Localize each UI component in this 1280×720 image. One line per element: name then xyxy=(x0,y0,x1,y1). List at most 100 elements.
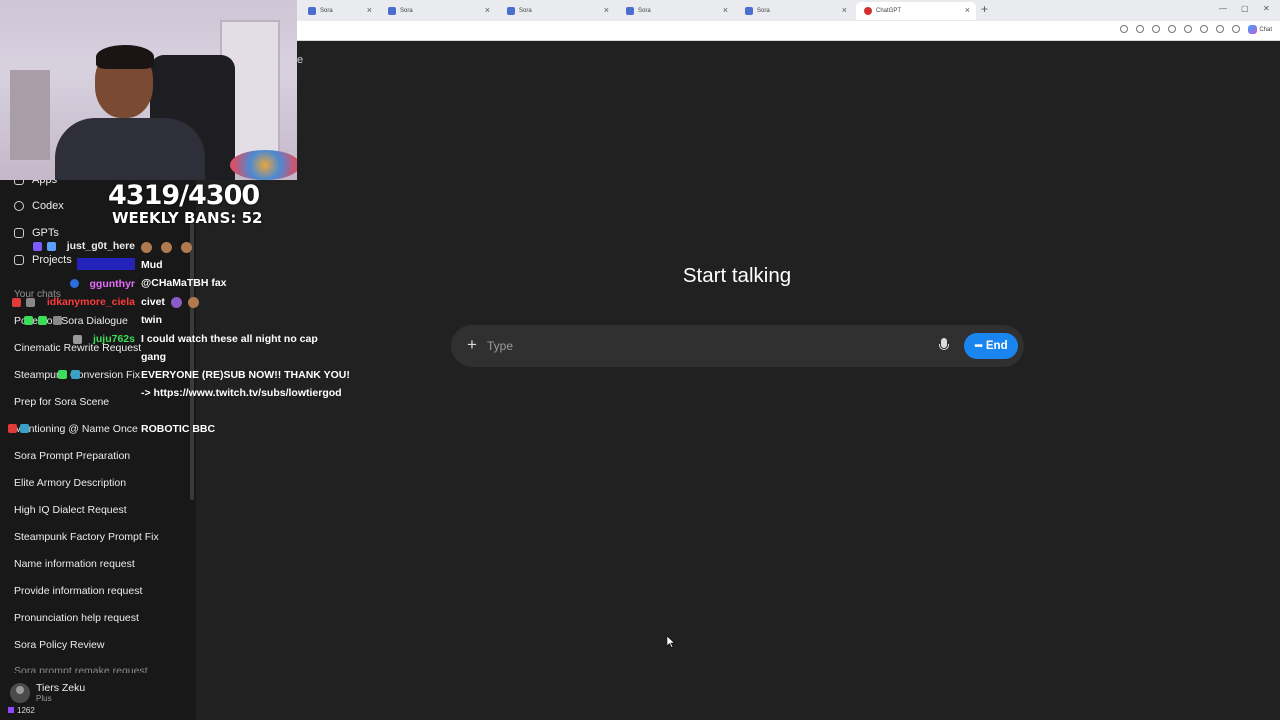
chat-badge-icon xyxy=(33,242,42,251)
chat-message: EVERYONE (RE)SUB NOW!! THANK YOU! -> htt… xyxy=(141,369,350,399)
menu-icon[interactable] xyxy=(1232,25,1240,33)
chat-badge-icon xyxy=(24,316,33,325)
sora-favicon-icon xyxy=(388,7,396,15)
viewer-count: 1262 xyxy=(8,706,35,715)
microphone-stand xyxy=(939,344,949,350)
microphone-button[interactable] xyxy=(938,338,950,354)
chat-badge-icon xyxy=(58,370,67,379)
voice-waveform-icon: ••• xyxy=(974,340,982,352)
sidebar-item-label: GPTs xyxy=(32,227,59,239)
ban-counter: 4319/4300 xyxy=(108,180,260,211)
close-tab-icon[interactable]: × xyxy=(485,5,490,15)
mouse-cursor-icon xyxy=(666,635,676,653)
tab-label: Sora xyxy=(320,8,333,14)
chat-badge-icon xyxy=(26,298,35,307)
sidebar-item-label: Codex xyxy=(32,200,64,212)
user-name: Tiers Zeku xyxy=(36,682,86,694)
minimize-icon[interactable]: — xyxy=(1219,4,1227,13)
webcam-feed xyxy=(0,0,297,180)
weekly-bans: WEEKLY BANS: 52 xyxy=(112,209,263,227)
chat-badge-icon xyxy=(53,316,62,325)
sora-favicon-icon xyxy=(626,7,634,15)
tab-label: Sora xyxy=(757,8,770,14)
chat-badge-icon xyxy=(8,424,17,433)
sora-favicon-icon xyxy=(745,7,753,15)
chat-username: idkanymore_ciela xyxy=(46,296,135,308)
avatar xyxy=(10,682,30,703)
browser-tab-sora-5[interactable]: Sora × xyxy=(737,2,853,20)
close-tab-icon[interactable]: × xyxy=(723,5,728,15)
chat-list-item[interactable]: Mentioning @ Name Once xyxy=(14,423,138,435)
copilot-button[interactable]: Chat xyxy=(1248,25,1272,34)
chat-list-item[interactable]: Sora Prompt Preparation xyxy=(14,450,130,462)
favorite-icon[interactable] xyxy=(1152,25,1160,33)
emote-icon xyxy=(141,242,152,253)
copilot-label: Chat xyxy=(1259,26,1272,33)
chat-badge-icon xyxy=(20,424,29,433)
chat-badge-icon xyxy=(38,316,47,325)
chat-list-item[interactable]: Name information request xyxy=(14,558,135,570)
new-tab-button[interactable]: + xyxy=(981,2,988,16)
chat-message: ROBOTIC BBC xyxy=(141,423,216,435)
collections-icon[interactable] xyxy=(1200,25,1208,33)
chat-list-item[interactable]: Provide information request xyxy=(14,585,142,597)
browser-tab-sora-1[interactable]: Sora × xyxy=(300,2,378,20)
chat-message: civet xyxy=(141,296,165,308)
twitch-icon xyxy=(8,707,14,713)
voice-composer: + ••• End xyxy=(451,325,1024,367)
window-close-icon[interactable]: ✕ xyxy=(1263,4,1270,13)
maximize-icon[interactable]: ▢ xyxy=(1241,4,1249,13)
chat-message: I could watch these all night no cap gan… xyxy=(141,333,318,363)
chat-badge-icon xyxy=(71,370,80,379)
partial-header-text: e xyxy=(297,54,304,66)
emote-icon xyxy=(170,296,182,308)
chat-list-item[interactable]: Elite Armory Description xyxy=(14,477,126,489)
tab-label: ChatGPT xyxy=(876,8,902,14)
copilot-icon xyxy=(1248,25,1258,34)
gpts-icon xyxy=(14,228,24,238)
extensions-icon[interactable] xyxy=(1168,25,1176,33)
chat-list-item[interactable]: Steampunk Factory Prompt Fix xyxy=(14,531,159,543)
chat-badge-icon xyxy=(47,242,56,251)
chat-list-item[interactable]: Prep for Sora Scene xyxy=(14,396,109,408)
sora-favicon-icon xyxy=(507,7,515,15)
chat-list-item[interactable]: High IQ Dialect Request xyxy=(14,504,127,516)
add-attachment-button[interactable]: + xyxy=(463,335,481,355)
cam-person-hair xyxy=(96,45,154,69)
cam-shelf xyxy=(10,70,50,160)
emote-icon xyxy=(187,296,199,308)
cam-person-body xyxy=(55,118,205,180)
end-voice-button[interactable]: ••• End xyxy=(964,333,1018,359)
user-profile[interactable]: Tiers Zeku Plus xyxy=(10,682,85,703)
sidebar-item-codex[interactable]: Codex xyxy=(14,200,64,212)
zoom-icon[interactable] xyxy=(1120,25,1128,33)
chatgpt-favicon-icon xyxy=(864,7,872,15)
chat-badge-icon xyxy=(12,298,21,307)
profile-icon[interactable] xyxy=(1216,25,1224,33)
chat-badge-icon xyxy=(73,335,82,344)
read-aloud-icon[interactable] xyxy=(1136,25,1144,33)
close-tab-icon[interactable]: × xyxy=(842,5,847,15)
chat-list-item[interactable]: Sora prompt remake request xyxy=(14,665,148,673)
refresh-icon[interactable] xyxy=(1184,25,1192,33)
emote-icon xyxy=(161,242,172,253)
codex-icon xyxy=(14,201,24,211)
browser-tab-sora-2[interactable]: Sora × xyxy=(380,2,496,20)
chat-list-item[interactable]: Pronunciation help request xyxy=(14,612,139,624)
tab-label: Sora xyxy=(400,8,413,14)
tab-label: Sora xyxy=(638,8,651,14)
close-tab-icon[interactable]: × xyxy=(965,5,970,15)
close-tab-icon[interactable]: × xyxy=(604,5,609,15)
browser-tab-sora-3[interactable]: Sora × xyxy=(499,2,615,20)
browser-tab-chatgpt[interactable]: ChatGPT × xyxy=(856,2,976,20)
browser-tab-sora-4[interactable]: Sora × xyxy=(618,2,734,20)
message-input[interactable] xyxy=(487,338,907,354)
tab-label: Sora xyxy=(519,8,532,14)
sidebar-item-gpts[interactable]: GPTs xyxy=(14,227,59,239)
sora-favicon-icon xyxy=(308,7,316,15)
chat-username: juju762s xyxy=(92,333,135,345)
chat-username: just_g0t_here xyxy=(66,240,135,252)
chat-list-item[interactable]: Sora Policy Review xyxy=(14,639,104,651)
page-title: Start talking xyxy=(682,264,792,287)
close-tab-icon[interactable]: × xyxy=(367,5,372,15)
